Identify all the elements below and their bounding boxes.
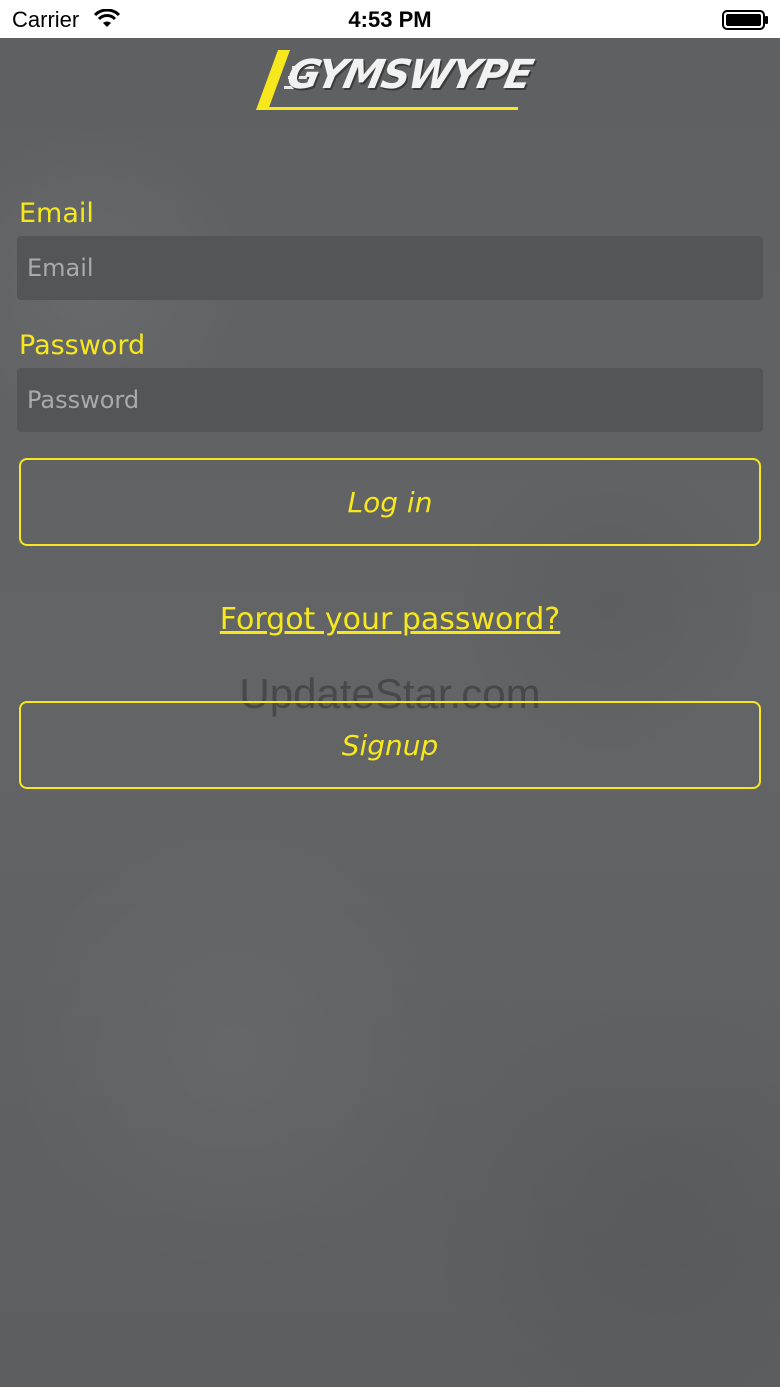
login-button-label: Log in xyxy=(347,485,433,519)
forgot-password-link[interactable]: Forgot your password? xyxy=(0,602,780,637)
password-label: Password xyxy=(19,330,146,361)
email-field[interactable] xyxy=(17,236,763,300)
email-label: Email xyxy=(19,198,94,229)
logo-text: GYMSWYPE xyxy=(283,52,536,98)
login-button[interactable]: Log in xyxy=(19,458,761,546)
gymswype-logo: GYMSWYPE xyxy=(254,46,535,114)
status-bar: Carrier 4:53 PM xyxy=(0,0,780,38)
password-field[interactable] xyxy=(17,368,763,432)
signup-button[interactable]: Signup xyxy=(19,701,761,789)
status-time: 4:53 PM xyxy=(348,7,432,32)
signup-button-label: Signup xyxy=(341,728,439,762)
battery-icon xyxy=(722,10,768,30)
